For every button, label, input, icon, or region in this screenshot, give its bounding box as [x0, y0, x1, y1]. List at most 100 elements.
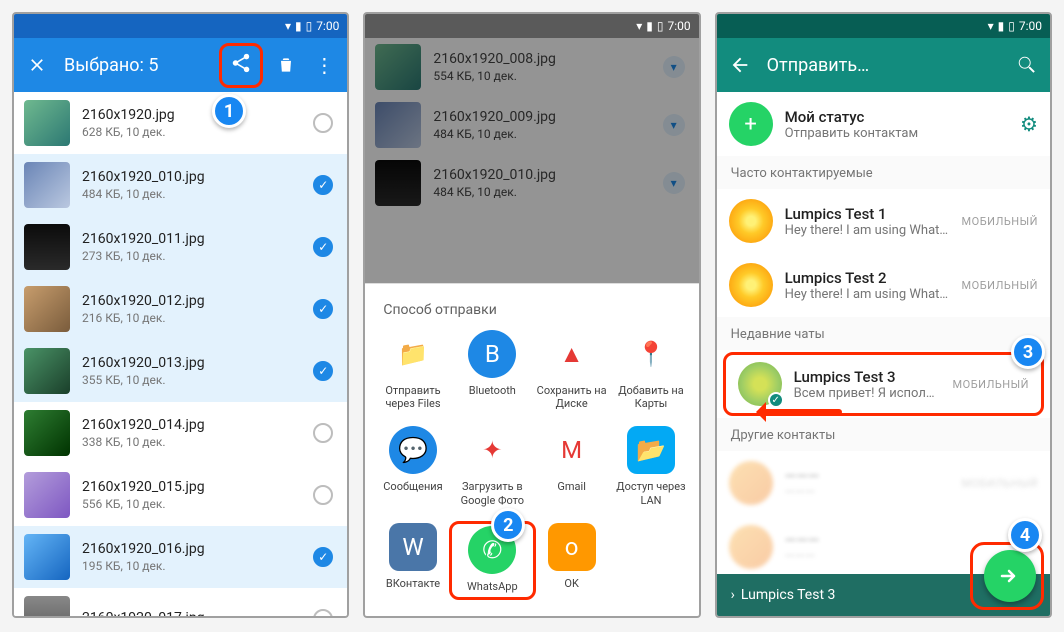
phone-file-picker: ▾ ▮ ▯ 7:00 Выбрано: 5 ⋮ 1 2160x1920.jpg …: [12, 12, 349, 618]
share-app-maps[interactable]: 📍 Добавить на Карты: [611, 330, 690, 410]
battery-icon: ▯: [306, 19, 313, 33]
file-row[interactable]: 2160x1920_016.jpg 195 КБ, 10 дек.: [14, 526, 347, 588]
file-thumb: [24, 100, 70, 146]
share-app-bluetooth[interactable]: B Bluetooth: [453, 330, 532, 410]
select-toggle[interactable]: [313, 237, 333, 257]
share-icon[interactable]: [230, 52, 252, 74]
select-toggle[interactable]: [313, 175, 333, 195]
contact-name: Lumpics Test 2: [785, 269, 950, 287]
contact-row-selected[interactable]: ✓ Lumpics Test 3 Всем привет! Я использу…: [723, 352, 1044, 416]
file-row[interactable]: 2160x1920_017.jpg: [14, 588, 347, 616]
file-row[interactable]: 2160x1920_011.jpg 273 КБ, 10 дек.: [14, 216, 347, 278]
share-app-photos[interactable]: ✦ Загрузить в Google Фото: [453, 426, 532, 506]
back-icon[interactable]: [729, 54, 751, 76]
file-row[interactable]: 2160x1920_012.jpg 216 КБ, 10 дек.: [14, 278, 347, 340]
share-app-messages[interactable]: 💬 Сообщения: [373, 426, 452, 506]
app-label: OK: [564, 577, 578, 590]
gear-icon[interactable]: ⚙: [1020, 112, 1038, 136]
select-toggle[interactable]: [313, 609, 333, 617]
whatsapp-body[interactable]: + Мой статус Отправить контактам ⚙ Часто…: [717, 92, 1050, 616]
status-bar: ▾ ▮ ▯ 7:00: [14, 14, 347, 38]
file-row[interactable]: 2160x1920_015.jpg 556 КБ, 10 дек.: [14, 464, 347, 526]
overflow-icon[interactable]: ⋮: [313, 54, 335, 76]
signal-icon: ▮: [295, 19, 302, 33]
file-meta: 355 КБ, 10 дек.: [82, 373, 301, 387]
file-name: 2160x1920_012.jpg: [82, 293, 301, 309]
trash-icon[interactable]: [275, 54, 297, 76]
avatar: [729, 263, 773, 307]
file-name: 2160x1920_017.jpg: [82, 610, 301, 617]
select-toggle[interactable]: [313, 113, 333, 133]
status-plus-icon: +: [729, 102, 773, 146]
file-name: 2160x1920_011.jpg: [82, 231, 301, 247]
contact-name: Lumpics Test 1: [785, 205, 950, 223]
file-thumb: [24, 472, 70, 518]
file-meta: 556 КБ, 10 дек.: [82, 497, 301, 511]
clock: 7:00: [668, 19, 691, 33]
gdrive-icon: ▲: [548, 330, 596, 378]
file-thumb: [24, 534, 70, 580]
file-row[interactable]: 2160x1920_014.jpg 338 КБ, 10 дек.: [14, 402, 347, 464]
file-thumb: [24, 286, 70, 332]
whatsapp-title: Отправить…: [767, 55, 1000, 76]
clock: 7:00: [1019, 19, 1042, 33]
share-app-lan[interactable]: 📂 Доступ через LAN: [611, 426, 690, 506]
file-thumb: [24, 162, 70, 208]
file-list[interactable]: 2160x1920.jpg 628 КБ, 10 дек. 2160x1920_…: [14, 92, 347, 616]
contact-row[interactable]: Lumpics Test 2 Hey there! I am using Wha…: [717, 253, 1050, 317]
close-icon[interactable]: [26, 54, 48, 76]
share-app-gdrive[interactable]: ▲ Сохранить на Диске: [532, 330, 611, 410]
search-icon[interactable]: [1016, 54, 1038, 76]
clock: 7:00: [316, 19, 339, 33]
app-label: WhatsApp: [467, 580, 518, 593]
file-row[interactable]: 2160x1920_013.jpg 355 КБ, 10 дек.: [14, 340, 347, 402]
app-label: Gmail: [557, 480, 585, 493]
file-thumb: [24, 596, 70, 617]
select-toggle[interactable]: [313, 361, 333, 381]
file-meta: 195 КБ, 10 дек.: [82, 559, 301, 573]
share-app-gmail[interactable]: M Gmail: [532, 426, 611, 506]
my-status-row[interactable]: + Мой статус Отправить контактам ⚙: [717, 92, 1050, 156]
share-sheet: Способ отправки 📁 Отправить через FilesB…: [365, 283, 698, 616]
contact-status: Hey there! I am using WhatsApp: [785, 287, 950, 302]
contact-type: МОБИЛЬНЫЙ: [962, 279, 1038, 292]
app-label: Добавить на Карты: [616, 384, 686, 410]
file-name: 2160x1920_015.jpg: [82, 479, 301, 495]
share-app-ok[interactable]: o OK: [532, 523, 611, 596]
step-badge-4: 4: [1008, 518, 1042, 552]
app-label: Отправить через Files: [378, 384, 448, 410]
file-row[interactable]: 2160x1920_010.jpg 484 КБ, 10 дек.: [14, 154, 347, 216]
contact-row[interactable]: —————— МОБИЛЬНЫЙ: [717, 451, 1050, 515]
file-name: 2160x1920_014.jpg: [82, 417, 301, 433]
file-thumb: [24, 410, 70, 456]
my-status-sub: Отправить контактам: [785, 126, 1008, 141]
phone-whatsapp-send: ▾ ▮ ▯ 7:00 Отправить… + Мой статус Отпра…: [715, 12, 1052, 618]
step-badge-1: 1: [212, 94, 246, 128]
section-frequent: Часто контактируемые: [717, 156, 1050, 189]
file-meta: 628 КБ, 10 дек.: [82, 125, 301, 139]
file-name: 2160x1920.jpg: [82, 107, 301, 123]
my-status-title: Мой статус: [785, 108, 1008, 126]
signal-icon: ▮: [646, 19, 653, 33]
file-meta: 216 КБ, 10 дек.: [82, 311, 301, 325]
contact-type: МОБИЛЬНЫЙ: [962, 215, 1038, 228]
select-toggle[interactable]: [313, 299, 333, 319]
photos-icon: ✦: [468, 426, 516, 474]
file-meta: 273 КБ, 10 дек.: [82, 249, 301, 263]
file-name: 2160x1920_016.jpg: [82, 541, 301, 557]
select-toggle[interactable]: [313, 423, 333, 443]
phone-share-sheet: ▾ ▮ ▯ 7:00 2160x1920_008.jpg 554 КБ, 10 …: [363, 12, 700, 618]
battery-icon: ▯: [657, 19, 664, 33]
share-app-vk[interactable]: W ВКонтакте: [373, 523, 452, 596]
select-toggle[interactable]: [313, 547, 333, 567]
select-toggle[interactable]: [313, 485, 333, 505]
share-sheet-title: Способ отправки: [373, 298, 690, 330]
avatar: [729, 461, 773, 505]
file-meta: 484 КБ, 10 дек.: [82, 187, 301, 201]
share-app-files[interactable]: 📁 Отправить через Files: [373, 330, 452, 410]
gmail-icon: M: [548, 426, 596, 474]
selection-count: Выбрано: 5: [64, 55, 207, 76]
file-row[interactable]: 2160x1920.jpg 628 КБ, 10 дек.: [14, 92, 347, 154]
contact-row[interactable]: Lumpics Test 1 Hey there! I am using Wha…: [717, 189, 1050, 253]
bluetooth-icon: B: [468, 330, 516, 378]
